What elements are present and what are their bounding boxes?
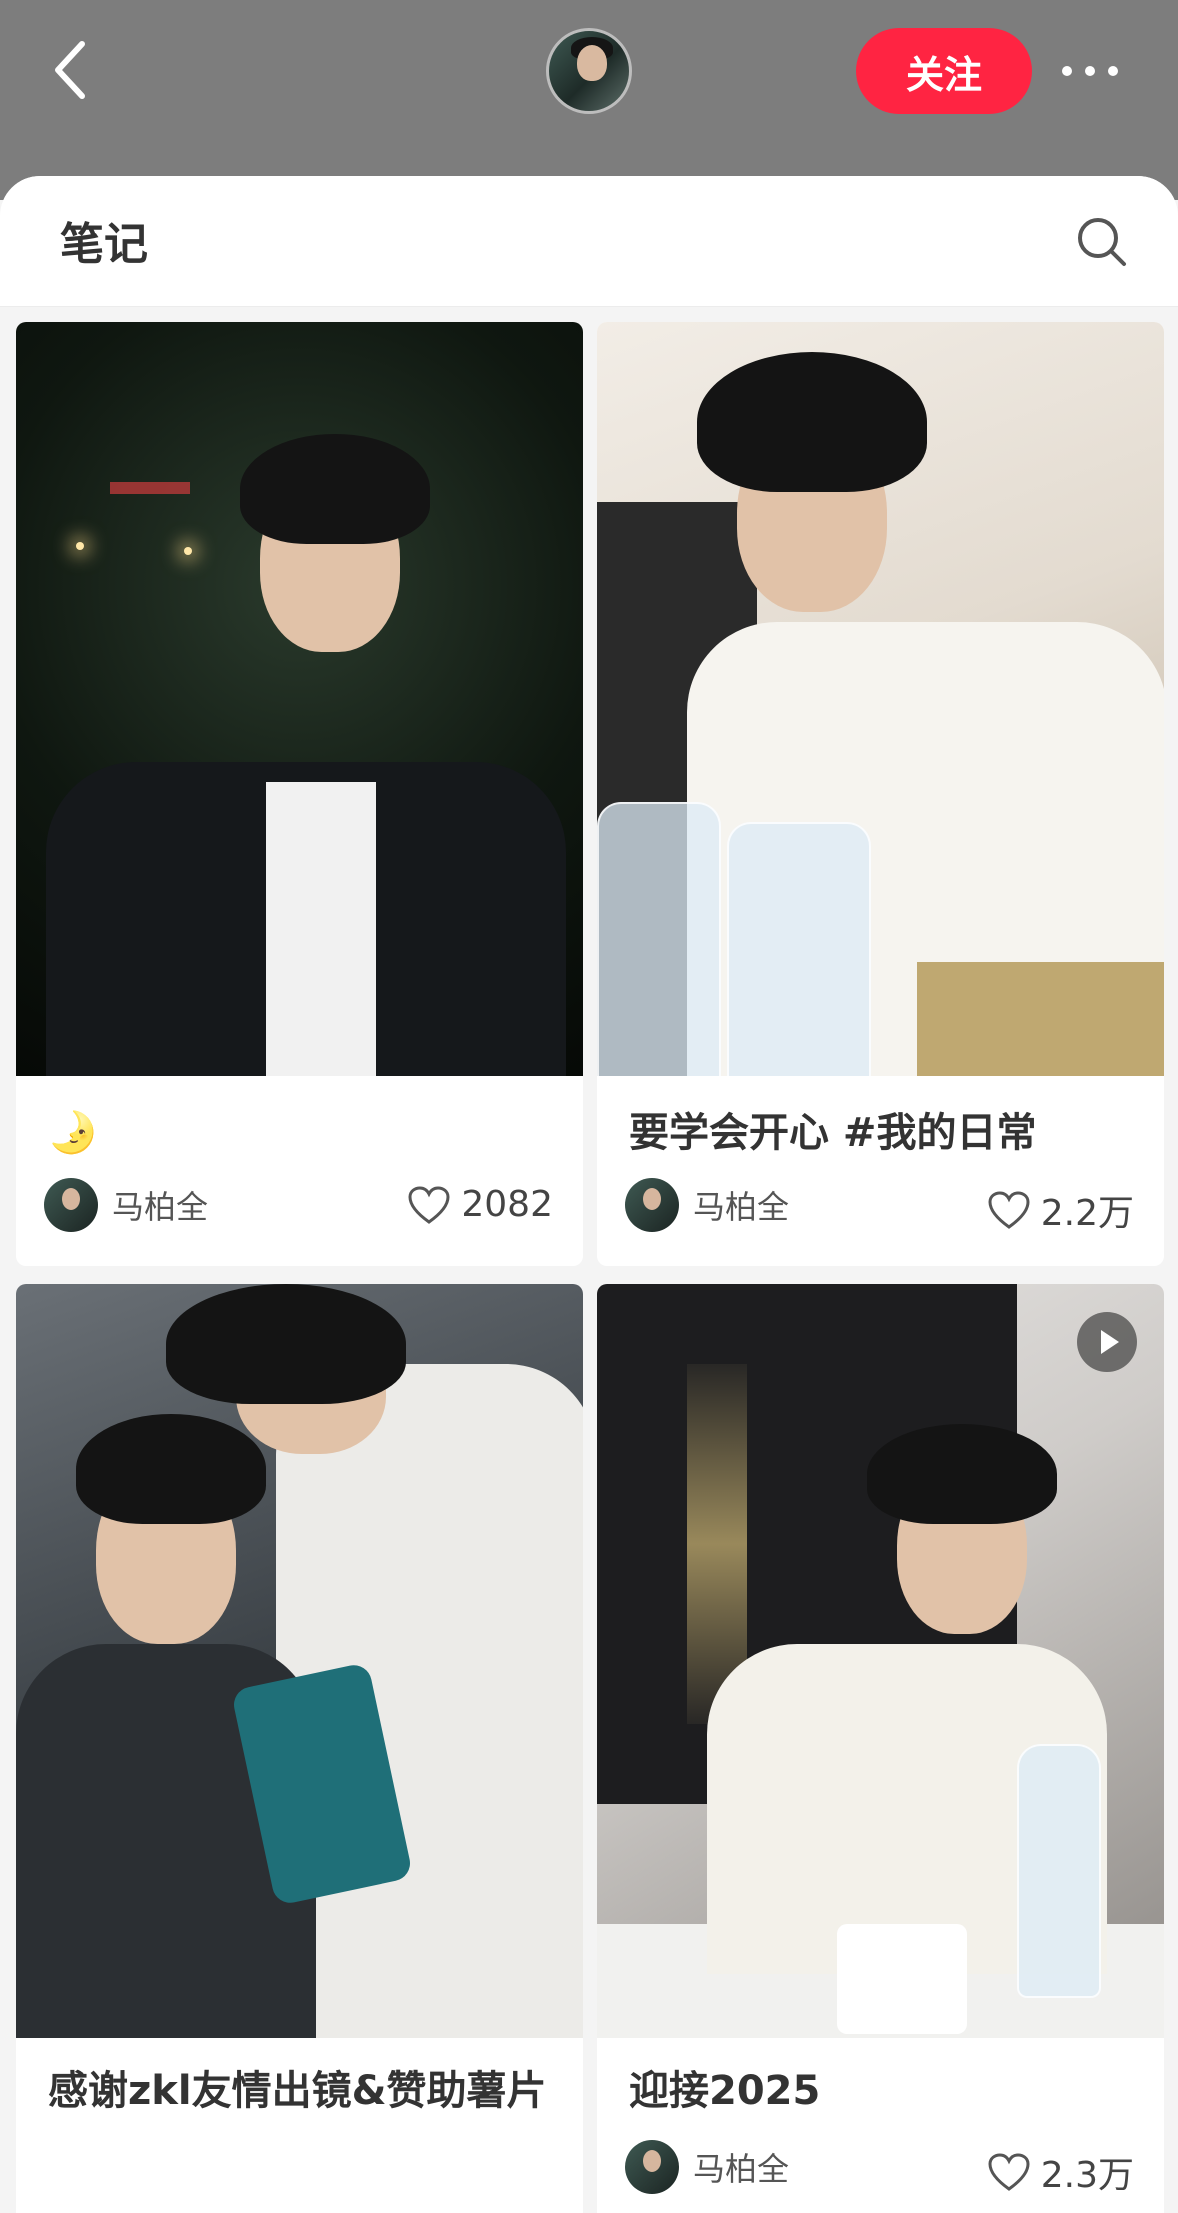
- notes-sheet: 笔记 🌛 马柏全 2082 要学会开心 #我的日常 马柏全 2.2万 感谢zkl…: [0, 176, 1178, 2213]
- note-card[interactable]: 感谢zkl友情出镜&赞助薯片: [16, 1284, 583, 2213]
- like-count: 2082: [461, 1184, 553, 1225]
- note-card[interactable]: 🌛 马柏全 2082: [16, 322, 583, 1266]
- like-count: 2.3万: [1040, 2155, 1134, 2196]
- search-button[interactable]: [1074, 214, 1130, 270]
- author-name: 马柏全: [112, 1188, 209, 1226]
- note-title: 感谢zkl友情出镜&赞助薯片: [48, 2068, 547, 2114]
- avatar: [625, 1178, 679, 1232]
- heart-icon: [408, 1185, 450, 1224]
- like-button[interactable]: 2.2万: [987, 1184, 1134, 1236]
- search-icon: [1078, 218, 1126, 266]
- note-cover-image: [597, 322, 1164, 1076]
- like-button[interactable]: 2.3万: [987, 2146, 1134, 2198]
- note-author[interactable]: 马柏全: [625, 1178, 789, 1232]
- like-button[interactable]: 2082: [407, 1184, 553, 1225]
- chevron-left-icon: [55, 41, 85, 99]
- note-cover-image: [597, 1284, 1164, 2038]
- note-card[interactable]: 迎接2025 马柏全 2.3万: [597, 1284, 1164, 2213]
- more-options-icon[interactable]: [1062, 54, 1128, 88]
- heart-icon: [988, 1191, 1030, 1229]
- author-name: 马柏全: [693, 2150, 790, 2188]
- top-bar: 关注: [0, 0, 1178, 200]
- avatar: [625, 2140, 679, 2194]
- section-title: 笔记: [60, 219, 148, 270]
- note-card[interactable]: 要学会开心 #我的日常 马柏全 2.2万: [597, 322, 1164, 1266]
- heart-icon: [988, 2153, 1030, 2191]
- avatar: [44, 1178, 98, 1232]
- note-author[interactable]: 马柏全: [625, 2140, 789, 2194]
- note-cover-image: [16, 322, 583, 1076]
- author-name: 马柏全: [693, 1188, 790, 1226]
- follow-button[interactable]: 关注: [856, 28, 1032, 114]
- note-author[interactable]: 马柏全: [44, 1178, 208, 1232]
- note-cover-image: [16, 1284, 583, 2038]
- note-title: 要学会开心 #我的日常: [629, 1110, 1037, 1156]
- sheet-header: 笔记: [0, 176, 1178, 307]
- back-button[interactable]: [48, 38, 96, 102]
- like-count: 2.2万: [1040, 1193, 1134, 1234]
- note-title: 迎接2025: [629, 2068, 821, 2114]
- play-icon: [1077, 1312, 1137, 1372]
- profile-avatar[interactable]: [546, 28, 632, 114]
- note-title: 🌛: [48, 1110, 98, 1156]
